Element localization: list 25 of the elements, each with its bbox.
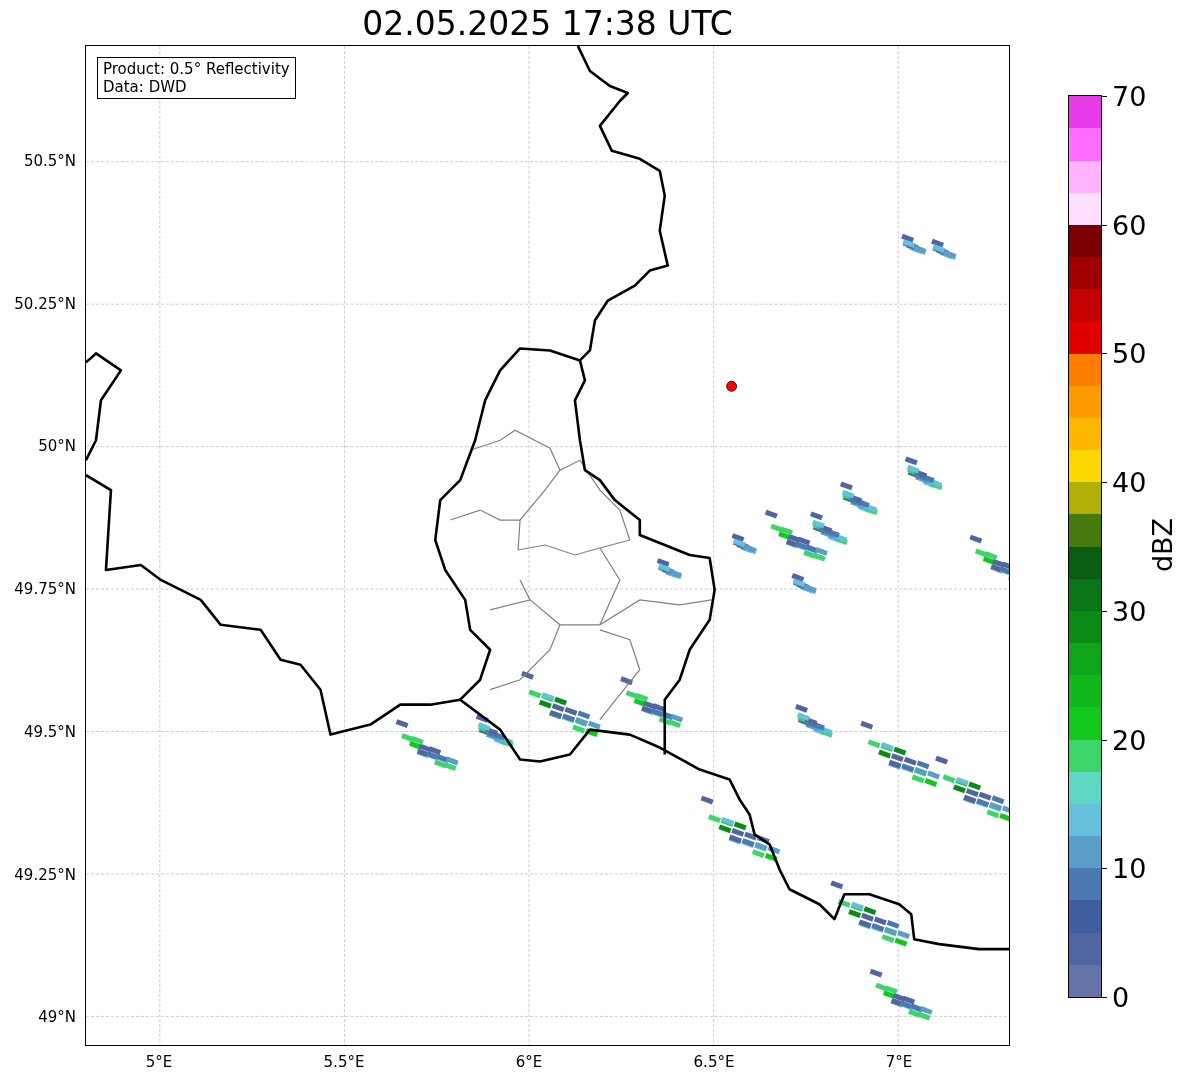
latitude-label: 49.75°N	[14, 580, 76, 599]
colorbar-tick-label: 20	[1112, 724, 1147, 756]
longitude-label: 5°E	[145, 1053, 173, 1071]
latitude-label: 50.5°N	[23, 151, 76, 170]
longitude-label: 5.5°E	[323, 1053, 365, 1071]
legend-text: Data: DWD	[103, 78, 188, 96]
colorbar-tick-label: 40	[1112, 466, 1147, 498]
latitude-label: 50.25°N	[14, 294, 76, 313]
colorbar-tick-label: 30	[1112, 595, 1147, 627]
colorbar-tick-label: 10	[1112, 852, 1147, 884]
colorbar-label: dBZ	[1146, 517, 1178, 573]
chart-title: 02.05.2025 17:38 UTC	[361, 3, 734, 45]
longitude-label: 6.5°E	[693, 1053, 735, 1071]
colorbar-tick-label: 60	[1112, 209, 1147, 241]
colorbar-tick-label: 70	[1112, 80, 1147, 112]
colorbar-tick-label: 50	[1112, 337, 1147, 369]
latitude-label: 49.25°N	[14, 865, 76, 884]
latitude-label: 50°N	[38, 437, 76, 456]
longitude-label: 6°E	[515, 1053, 543, 1071]
latitude-label: 49.5°N	[23, 722, 76, 741]
radar-site-icon	[726, 380, 737, 392]
legend-text: Product: 0.5° Reflectivity	[103, 60, 290, 78]
latitude-label: 49°N	[38, 1008, 76, 1027]
colorbar-tick-label: 0	[1112, 981, 1130, 1013]
longitude-label: 7°E	[885, 1053, 913, 1071]
